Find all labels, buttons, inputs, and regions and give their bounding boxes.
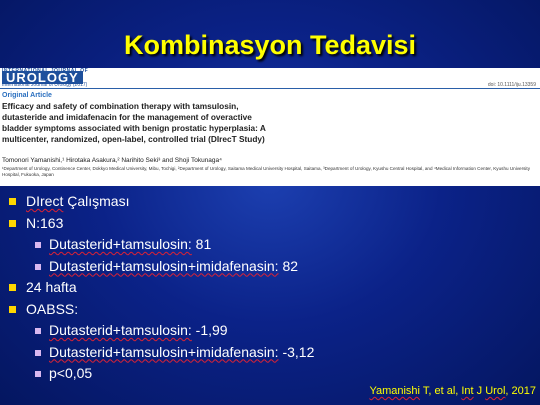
bullet-marker-icon [35,263,41,270]
bullet-marker-icon [9,284,16,291]
bullet-marker-icon [35,328,41,334]
article-authors: Tomonori Yamanishi,¹ Hirotaka Asakura,² … [2,157,222,164]
bullet-marker-icon [35,371,41,377]
bullet-text: N:163 [26,214,64,231]
citation-rest-1: T, et al, [420,385,462,397]
bullet-text: Dutasterid+tamsulosin+imidafenasin: -3,1… [49,343,315,360]
bullet-underlined-term: Dutasterid+tamsulosin+imidafenasin: [49,343,279,360]
article-title-line: Efficacy and safety of combination thera… [2,101,239,111]
bullet-text: Dutasterid+tamsulosin: 81 [49,236,212,252]
article-screenshot: INTERNATIONAL JOURNAL OF UROLOGY Interna… [0,68,540,186]
citation-journal-urol: Urol [485,385,506,397]
bullet-marker-icon [35,349,41,356]
bullet-underlined-term: DIrect [26,193,64,209]
journal-citation: International Journal of Urology (2017) [2,82,88,88]
bullet-marker-icon [9,305,16,313]
bullet-text: p<0,05 [49,365,93,381]
citation-author: Yamanishi [369,385,420,397]
bullet-underlined-term: Dutasterid+tamsulosin+imidafenasin: [49,257,279,274]
bullet-marker-icon [9,198,16,205]
citation-journal-int: Int [461,385,474,397]
article-title-line: bladder symptoms associated with benign … [2,123,266,133]
bullet-text: OABSS: [26,300,79,317]
article-title: Efficacy and safety of combination thera… [2,101,532,145]
article-title-line: dutasteride and imidafenacin for the man… [2,112,252,122]
bullet-underlined-term: Dutasterid+tamsulosin: [49,322,192,338]
citation-rest-2: J [473,385,486,397]
article-affiliations: ¹Department of Urology, Continence Cente… [2,166,531,177]
citation: Yamanishi T, et al, Int J Urol, 2017 [369,385,536,397]
bullet-marker-icon [9,219,16,227]
bullet-text: Dutasterid+tamsulosin+imidafenasin: 82 [49,257,299,274]
bullet-underlined-term: Dutasterid+tamsulosin: [49,236,192,252]
citation-rest-3: , 2017 [505,385,536,397]
bullet-text: 24 hafta [26,279,77,295]
journal-header: INTERNATIONAL JOURNAL OF UROLOGY Interna… [0,68,540,89]
article-type: Original Article [2,92,52,99]
bullet-text: DIrect Çalışması [26,193,130,209]
slide-title: Kombinasyon Tedavisi [123,30,417,60]
bullet-text: Dutasterid+tamsulosin: -1,99 [49,322,228,338]
article-title-line: multicenter, randomized, open-label, con… [2,134,265,144]
article-doi: doi: 10.1111/iju.13359 [487,82,536,88]
bullet-marker-icon [35,242,41,248]
